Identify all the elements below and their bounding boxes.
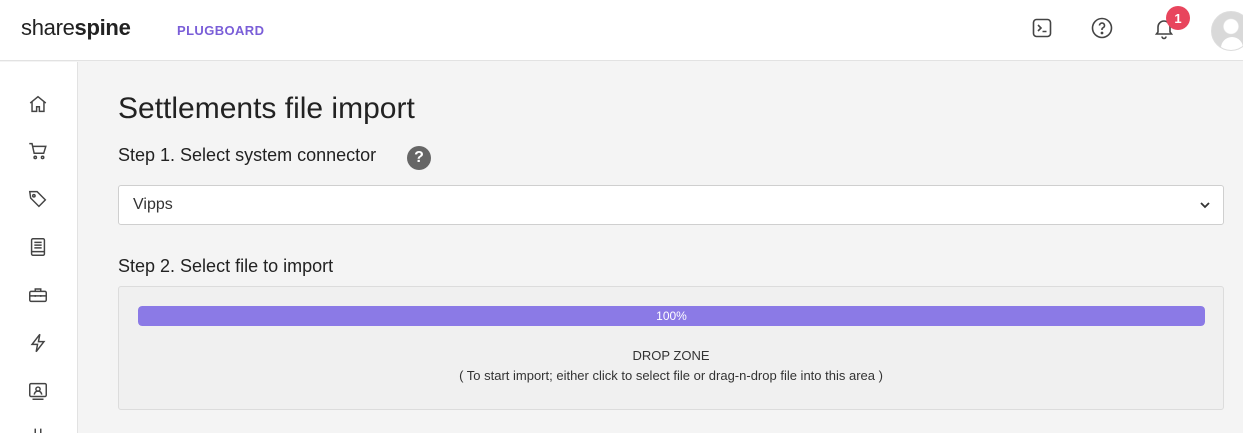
more-icon[interactable]	[26, 424, 50, 433]
cart-icon[interactable]	[26, 139, 50, 163]
drop-zone-hint: ( To start import; either click to selec…	[459, 368, 883, 383]
product-name: PLUGBOARD	[177, 23, 265, 38]
brand-logo[interactable]: sharespine	[21, 15, 131, 41]
home-icon[interactable]	[26, 92, 50, 116]
step2-label: Step 2. Select file to import	[118, 256, 334, 276]
notification-badge[interactable]: 1	[1166, 6, 1190, 30]
progress-label: 100%	[656, 309, 687, 323]
upload-progress-bar: 100%	[138, 306, 1205, 326]
connector-select[interactable]: Vipps	[118, 185, 1224, 225]
help-circle-icon[interactable]	[1089, 15, 1115, 41]
contact-card-icon[interactable]	[26, 379, 50, 403]
sidebar	[0, 62, 78, 433]
brand-light: share	[21, 15, 75, 40]
connector-selected-value: Vipps	[133, 196, 173, 213]
page-title: Settlements file import	[118, 92, 415, 125]
file-drop-zone[interactable]: 100% DROP ZONE ( To start import; either…	[118, 286, 1224, 410]
avatar[interactable]	[1211, 11, 1243, 51]
chevron-down-icon	[1200, 202, 1210, 209]
terminal-icon[interactable]	[1029, 15, 1055, 41]
step1-label: Step 1. Select system connector	[118, 145, 377, 165]
top-bar: sharespine PLUGBOARD 1	[0, 0, 1243, 61]
book-icon[interactable]	[26, 235, 50, 259]
lightning-icon[interactable]	[26, 331, 50, 355]
brand-bold: spine	[74, 15, 131, 40]
help-symbol: ?	[414, 149, 424, 166]
toolbox-icon[interactable]	[26, 283, 50, 307]
tag-icon[interactable]	[26, 187, 50, 211]
help-icon[interactable]: ?	[407, 146, 431, 170]
drop-zone-title: DROP ZONE	[632, 348, 710, 363]
